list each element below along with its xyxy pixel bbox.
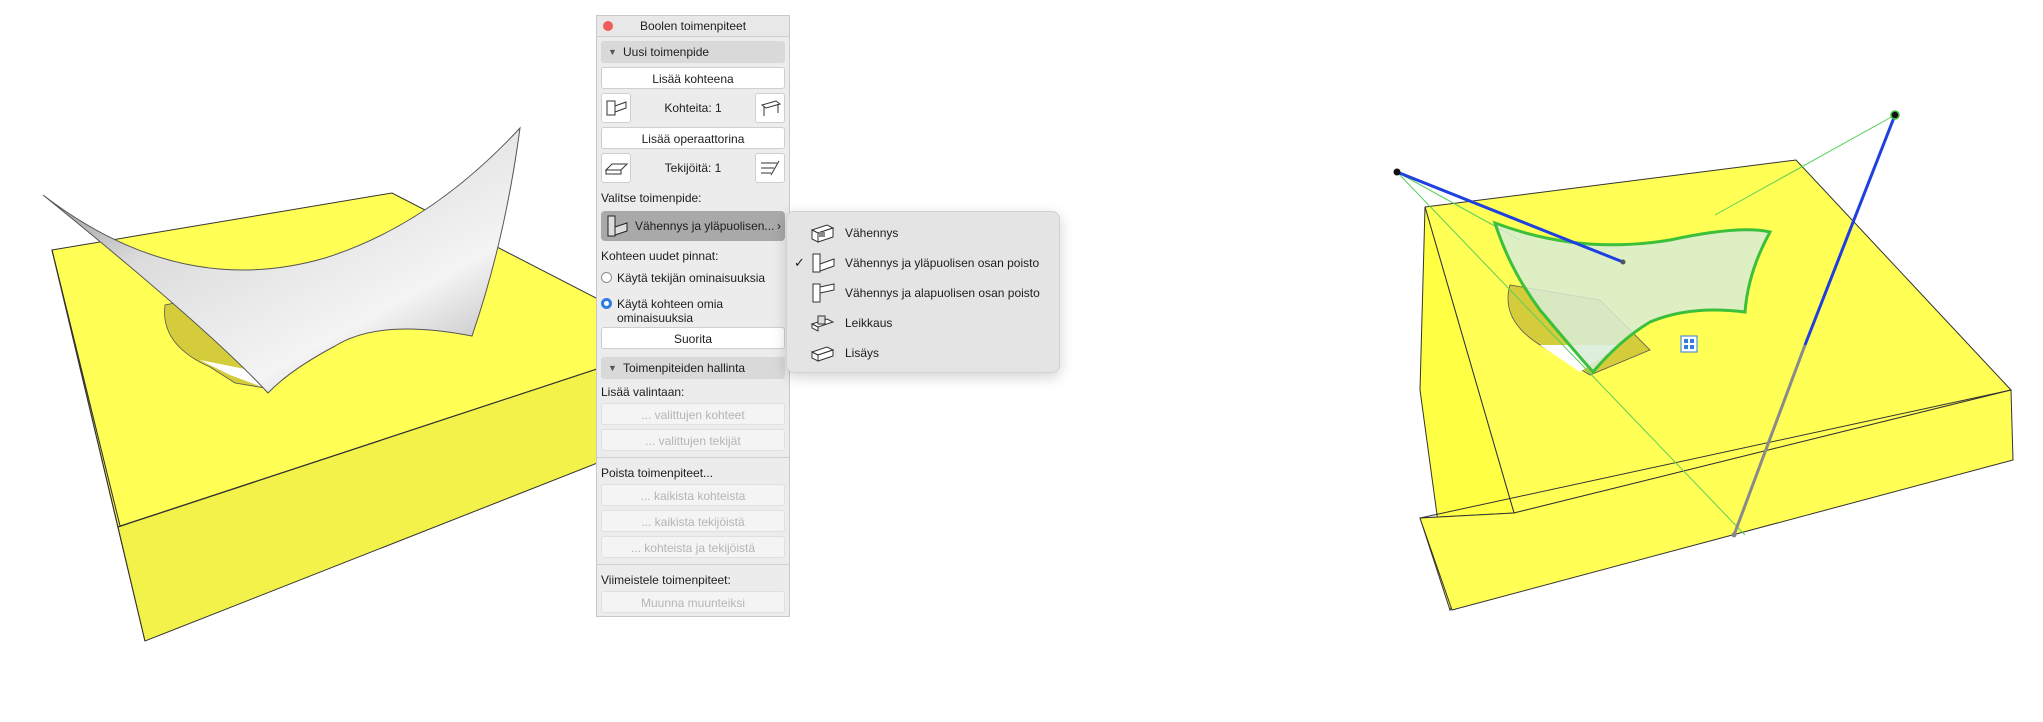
operators-row: Tekijöitä: 1 — [601, 153, 785, 183]
viewport-left[interactable] — [0, 0, 601, 717]
remove-from-targets-and-operators-button[interactable]: ... kohteista ja tekijöistä — [601, 536, 785, 558]
convert-to-morph-button[interactable]: Muunna muunteiksi — [601, 591, 785, 613]
close-button[interactable] — [603, 21, 613, 31]
intersection-icon — [810, 315, 835, 332]
new-surfaces-label: Kohteen uudet pinnat: — [601, 249, 719, 263]
divider — [597, 457, 789, 458]
menu-item-subtraction-label: Vähennys — [845, 226, 899, 240]
add-to-selection-label: Lisää valintaan: — [601, 385, 685, 399]
section-manage-operations[interactable]: ▼ Toimenpiteiden hallinta — [601, 357, 785, 379]
checkmark-icon: ✓ — [794, 255, 805, 270]
right-3d-model — [1393, 110, 2014, 612]
radio-target-properties[interactable]: Käytä kohteen omia ominaisuuksia — [601, 297, 785, 325]
menu-item-intersection-label: Leikkaus — [845, 316, 893, 330]
choose-operation-label: Valitse toimenpide: — [601, 191, 702, 205]
add-as-operator-button[interactable]: Lisää operaattorina — [601, 127, 785, 149]
palette-titlebar: Boolen toimenpiteet — [597, 16, 789, 37]
menu-item-union-label: Lisäys — [845, 346, 880, 360]
divider — [597, 564, 789, 565]
remove-from-all-targets-button[interactable]: ... kaikista kohteista — [601, 484, 785, 506]
select-operators-icon[interactable] — [755, 153, 785, 183]
editor-node[interactable] — [1731, 532, 1737, 538]
viewport-right[interactable] — [1370, 0, 2043, 717]
finalize-operations-label: Viimeistele toimenpiteet: — [601, 573, 731, 587]
left-3d-model — [42, 126, 601, 642]
editor-node[interactable] — [1890, 110, 1900, 120]
subtraction-upwards-icon — [607, 215, 628, 237]
operation-select-value: Vähennys ja yläpuolisen... — [635, 219, 775, 233]
selected-targets-button[interactable]: ... valittujen kohteet — [601, 403, 785, 425]
disclosure-triangle-icon: ▼ — [608, 363, 617, 373]
subtraction-upwards-icon — [812, 253, 835, 273]
target-element-icon[interactable] — [601, 93, 631, 123]
section-manage-operations-label: Toimenpiteiden hallinta — [623, 361, 746, 375]
subtraction-downwards-icon — [812, 283, 835, 303]
boolean-operations-palette: Boolen toimenpiteet ▼ Uusi toimenpide Li… — [596, 15, 790, 617]
operation-dropdown-menu: Vähennys ✓ Vähennys ja yläpuolisen osan … — [786, 211, 1060, 373]
radio-operator-properties-label: Käytä tekijän ominaisuuksia — [617, 271, 766, 285]
selected-operators-button[interactable]: ... valittujen tekijät — [601, 429, 785, 451]
editor-node[interactable] — [1620, 259, 1626, 265]
operator-element-icon[interactable] — [601, 153, 631, 183]
menu-item-intersection[interactable]: Leikkaus — [787, 310, 1059, 336]
radio-target-properties-label: Käytä kohteen omia ominaisuuksia — [617, 297, 724, 325]
radio-off[interactable] — [601, 272, 612, 283]
section-new-operation[interactable]: ▼ Uusi toimenpide — [601, 41, 785, 63]
section-new-operation-label: Uusi toimenpide — [623, 45, 710, 59]
operators-count: Tekijöitä: 1 — [664, 161, 722, 175]
menu-item-subtraction-upwards-label: Vähennys ja yläpuolisen osan poisto — [845, 256, 1040, 270]
targets-row: Kohteita: 1 — [601, 93, 785, 123]
pet-palette-icon[interactable] — [1680, 335, 1698, 353]
union-icon — [810, 346, 835, 362]
menu-item-subtraction[interactable]: Vähennys — [787, 220, 1059, 246]
operation-select[interactable]: Vähennys ja yläpuolisen... › — [601, 211, 785, 241]
select-targets-icon[interactable] — [755, 93, 785, 123]
radio-operator-properties[interactable]: Käytä tekijän ominaisuuksia — [601, 271, 785, 287]
remove-operations-label: Poista toimenpiteet... — [601, 466, 714, 480]
targets-count: Kohteita: 1 — [664, 101, 722, 115]
menu-item-subtraction-downwards-label: Vähennys ja alapuolisen osan poisto — [845, 286, 1040, 300]
menu-item-subtraction-upwards[interactable]: ✓ Vähennys ja yläpuolisen osan poisto — [787, 250, 1059, 276]
menu-item-union[interactable]: Lisäys — [787, 340, 1059, 366]
palette-title: Boolen toimenpiteet — [639, 19, 747, 33]
execute-button[interactable]: Suorita — [601, 327, 785, 349]
menu-item-subtraction-downwards[interactable]: Vähennys ja alapuolisen osan poisto — [787, 280, 1059, 306]
remove-from-all-operators-button[interactable]: ... kaikista tekijöistä — [601, 510, 785, 532]
editor-node[interactable] — [1393, 168, 1401, 176]
radio-on[interactable] — [601, 298, 612, 309]
subtraction-icon — [810, 224, 835, 243]
chevron-right-icon: › — [777, 219, 781, 233]
disclosure-triangle-icon: ▼ — [608, 47, 617, 57]
add-as-target-button[interactable]: Lisää kohteena — [601, 67, 785, 89]
